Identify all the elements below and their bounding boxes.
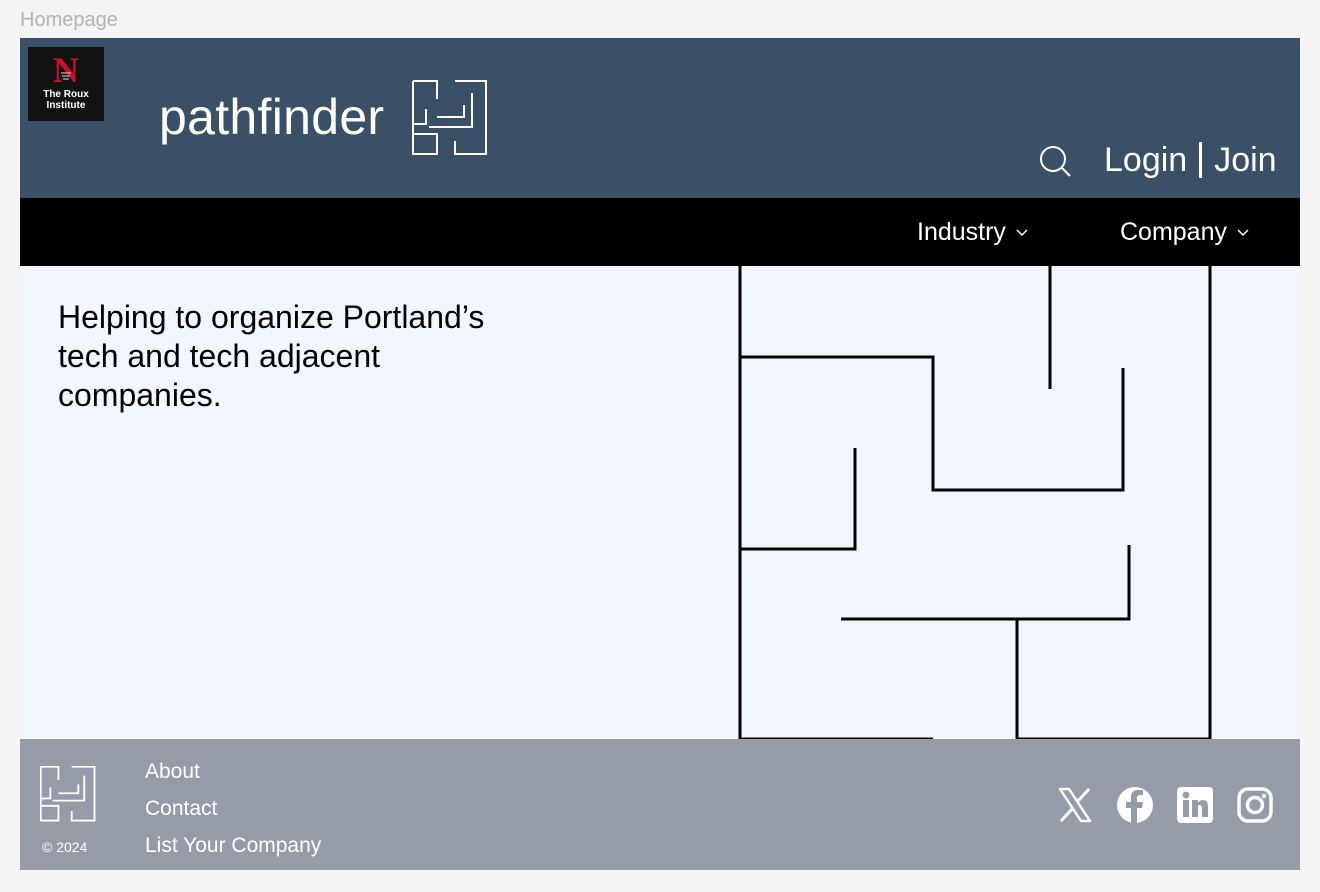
nav-item-label: Industry <box>917 218 1006 246</box>
copyright: © 2024 <box>42 839 88 855</box>
chevron-down-icon <box>1016 228 1028 236</box>
footer-maze-logo-icon[interactable] <box>40 766 96 822</box>
instagram-icon[interactable] <box>1236 786 1274 824</box>
site-header: N The Roux Institute pathfinder Login Jo… <box>20 38 1300 198</box>
pathfinder-maze-icon[interactable] <box>412 80 488 156</box>
join-link[interactable]: Join <box>1214 141 1276 180</box>
hero-section: Helping to organize Portland’s tech and … <box>20 266 1300 739</box>
nav-item-industry[interactable]: Industry <box>917 218 1028 247</box>
roux-logo-line2: Institute <box>46 100 86 111</box>
facebook-icon[interactable] <box>1116 786 1154 824</box>
frame-label: Homepage <box>20 9 118 31</box>
footer-link-contact[interactable]: Contact <box>145 796 321 833</box>
footer-links: About Contact List Your Company <box>145 759 321 870</box>
roux-institute-logo[interactable]: N The Roux Institute <box>28 47 104 121</box>
auth-links: Login Join <box>1104 138 1277 182</box>
site-footer: © 2024 About Contact List Your Company <box>20 739 1300 870</box>
nav-item-company[interactable]: Company <box>1120 218 1249 247</box>
footer-link-about[interactable]: About <box>145 759 321 796</box>
roux-logo-text: The Roux Institute <box>28 89 104 111</box>
auth-separator <box>1199 142 1203 178</box>
main-nav: Industry Company <box>20 198 1300 266</box>
login-link[interactable]: Login <box>1104 141 1187 180</box>
x-icon[interactable] <box>1056 786 1094 824</box>
roux-crest-icon <box>61 72 71 80</box>
chevron-down-icon <box>1237 228 1249 236</box>
nav-item-label: Company <box>1120 218 1227 246</box>
search-icon[interactable] <box>1038 144 1072 178</box>
brand-name[interactable]: pathfinder <box>159 88 384 146</box>
linkedin-icon[interactable] <box>1176 786 1214 824</box>
footer-link-list-company[interactable]: List Your Company <box>145 833 321 870</box>
roux-logo-line1: The Roux <box>43 89 89 100</box>
hero-maze-illustration <box>738 266 1212 739</box>
